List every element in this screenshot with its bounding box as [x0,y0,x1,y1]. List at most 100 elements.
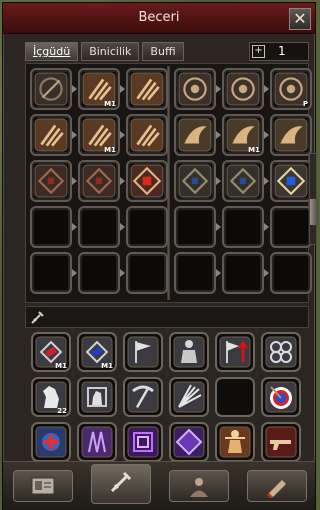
rune-blue-icon [226,164,260,198]
page-selector: + 1 [249,42,309,61]
skill-level-label: M1 [248,146,260,154]
common-skill-slot[interactable] [77,377,117,417]
common-skill-slot[interactable] [123,422,163,462]
common-skill-slot[interactable] [215,332,255,372]
common-skill-slot[interactable] [31,422,71,462]
empty-skill-slot[interactable] [78,252,120,294]
tree-skill-slot[interactable] [174,114,216,156]
tree-skill-slot[interactable] [78,160,120,202]
footer-tab-bar [3,461,315,510]
wing-skill-icon [274,118,308,152]
square-purple-icon [127,426,159,458]
skill-level-label: M1 [55,362,67,370]
tree-connector-arrow [120,223,125,231]
tree-skill-slot[interactable] [30,114,72,156]
footer-tab-character-card[interactable] [13,470,73,502]
empty-skill-slot[interactable] [30,206,72,248]
rune-blue-active-icon [274,164,308,198]
character-tab-icon [190,478,208,497]
footer-tab-skills[interactable] [91,464,151,504]
target-skill-icon [226,72,260,106]
common-skill-slot[interactable] [215,422,255,462]
target-arrow-icon [265,381,297,413]
footer-tab-scroll[interactable] [247,470,307,502]
skill-window: Beceri ✕ İçgüdü Binicilik Buffi + 1 M1 M1… [2,2,318,510]
tree-skill-slot[interactable] [222,160,264,202]
tab-icgudu[interactable]: İçgüdü [25,42,79,61]
empty-skill-slot[interactable] [78,206,120,248]
tree-connector-arrow [72,131,77,139]
scrollbar-thumb[interactable] [310,199,318,225]
tab-binicilik[interactable]: Binicilik [81,42,140,61]
claw-skill-icon [130,72,164,106]
empty-skill-slot[interactable] [126,252,168,294]
tree-skill-slot[interactable] [270,114,312,156]
tree-connector-arrow [120,131,125,139]
skill-level-label: M1 [104,100,116,108]
footer-tab-character[interactable] [169,470,229,502]
diamond-purple-icon [173,426,205,458]
statue-icon [173,336,205,368]
tree-connector-arrow [216,223,221,231]
common-skill-slot[interactable] [123,377,163,417]
page-plus-button[interactable]: + [252,45,265,58]
tree-connector-arrow [216,131,221,139]
tree-skill-slot[interactable] [126,68,168,110]
common-skill-slot[interactable] [261,332,301,372]
tree-skill-slot[interactable]: M1 [78,68,120,110]
tree-skill-slot[interactable] [270,160,312,202]
empty-skill-slot[interactable] [174,206,216,248]
tree-skill-slot[interactable] [174,160,216,202]
skill-level-label: M1 [104,146,116,154]
empty-skill-slot[interactable] [270,206,312,248]
skill-level-label: P [302,100,308,108]
common-skill-slot[interactable] [169,422,209,462]
skill-info-bar [25,306,309,328]
tree-connector-arrow [72,269,77,277]
pickaxe-icon [127,381,159,413]
empty-skill-slot[interactable] [270,252,312,294]
common-skill-slot[interactable] [261,422,301,462]
rune-red-icon [82,164,116,198]
slash-skill-icon [34,72,68,106]
tree-skill-slot[interactable]: M1 [222,114,264,156]
tree-connector-arrow [72,177,77,185]
common-skill-slot[interactable] [123,332,163,372]
tree-skill-slot[interactable] [222,68,264,110]
title-bar[interactable]: Beceri ✕ [3,3,315,34]
empty-skill-slot[interactable] [30,252,72,294]
tree-skill-slot[interactable] [174,68,216,110]
close-button[interactable]: ✕ [289,8,311,30]
empty-skill-slot[interactable] [126,206,168,248]
character-card-icon [31,477,55,495]
tree-connector-arrow [72,223,77,231]
empty-skill-slot[interactable] [222,252,264,294]
page-number: 1 [278,44,286,58]
skill-level-label: 22 [57,407,67,415]
tree-skill-slot[interactable]: P [270,68,312,110]
holy-cross-icon [35,426,67,458]
common-skill-slot[interactable] [77,422,117,462]
sword-icon [31,311,44,324]
tree-connector-arrow [264,223,269,231]
tab-buffi[interactable]: Buffi [142,42,184,61]
common-skill-slot[interactable] [261,377,301,417]
tree-skill-slot[interactable] [30,160,72,202]
common-skill-slot[interactable] [169,377,209,417]
rune-blue-icon [178,164,212,198]
common-skill-slot[interactable] [169,332,209,372]
common-skill-slot[interactable]: M1 [77,332,117,372]
tree-skill-slot[interactable] [126,160,168,202]
common-skill-slot[interactable]: 22 [31,377,71,417]
tab-bar: İçgüdü Binicilik Buffi [25,42,184,61]
common-skill-slot[interactable]: M1 [31,332,71,372]
common-skills-grid: M1 M1 22 [25,330,309,462]
empty-skill-slot[interactable] [174,252,216,294]
empty-skill-slot[interactable] [215,377,255,417]
claw-skill-icon [34,118,68,152]
rune-red-icon [34,164,68,198]
tree-skill-slot[interactable] [30,68,72,110]
empty-skill-slot[interactable] [222,206,264,248]
tree-skill-slot[interactable] [126,114,168,156]
tree-skill-slot[interactable]: M1 [78,114,120,156]
